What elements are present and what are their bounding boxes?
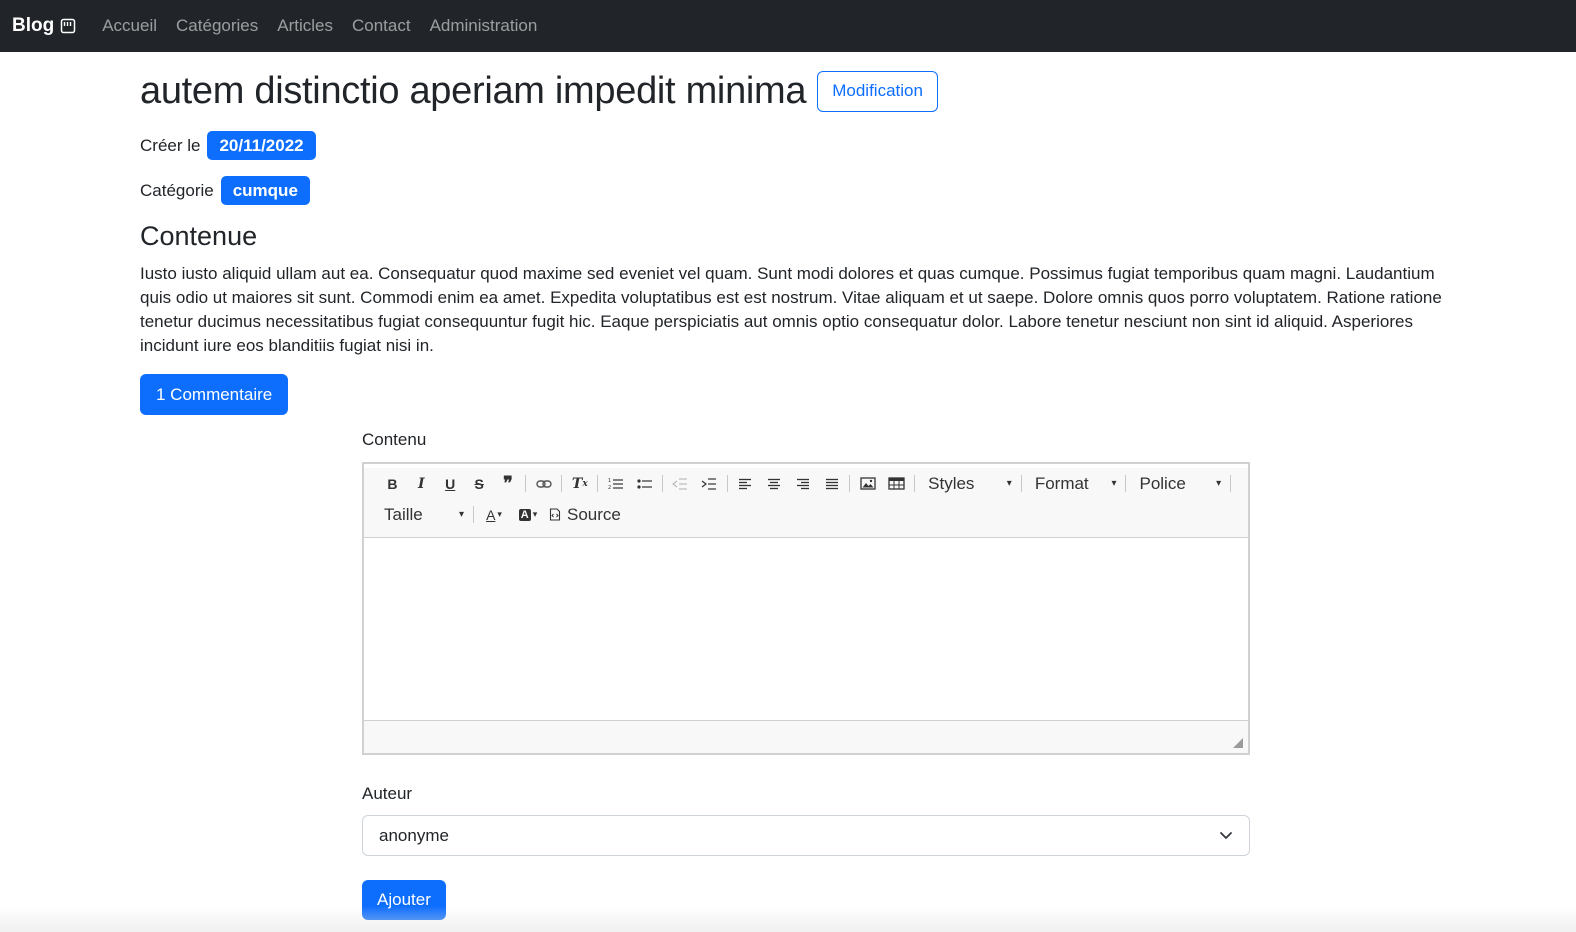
category-label: Catégorie (140, 180, 214, 200)
brand-title[interactable]: Blog (12, 15, 54, 37)
nav-link-accueil[interactable]: Accueil (102, 16, 157, 36)
content-label: Contenu (362, 430, 427, 449)
source-icon (549, 508, 561, 521)
align-center-icon[interactable] (760, 471, 789, 497)
bold-icon[interactable]: B (378, 471, 407, 497)
article-content: Iusto iusto aliquid ullam aut ea. Conseq… (140, 264, 1442, 355)
toolbar-separator (561, 475, 563, 492)
chevron-down-icon: ▾ (458, 509, 464, 520)
source-button[interactable]: Source (549, 505, 621, 525)
rich-text-editor: B I U S ❞ Tx 12 Styles ▾ Format ▾ Police… (362, 462, 1250, 755)
toolbar-separator (473, 506, 474, 523)
toolbar-separator (1230, 475, 1232, 492)
created-label: Créer le (140, 135, 201, 155)
background-color-icon[interactable]: A ▾ (511, 502, 545, 528)
author-label: Auteur (362, 784, 413, 803)
title-row: autem distinctio aperiam impedit minima … (140, 70, 1460, 112)
size-label: Taille (384, 504, 423, 524)
strikethrough-icon[interactable]: S (465, 471, 494, 497)
toolbar-row-1: B I U S ❞ Tx 12 Styles ▾ Format ▾ Police… (378, 468, 1234, 499)
format-label: Format (1034, 473, 1089, 493)
toolbar-separator (849, 475, 851, 492)
toolbar-separator (597, 475, 599, 492)
created-row: Créer le 20/11/2022 (140, 131, 1460, 160)
text-color-glyph: A (486, 506, 496, 523)
article-container: autem distinctio aperiam impedit minima … (140, 52, 1460, 415)
toolbar-separator (1020, 475, 1022, 492)
top-navbar: Blog Accueil Catégories Articles Contact… (0, 0, 1576, 52)
comment-form: Contenu B I U S ❞ Tx 12 Styles ▾ Format … (362, 430, 1250, 920)
toolbar-separator (662, 475, 664, 492)
editor-content-area[interactable] (364, 538, 1248, 725)
toolbar-separator (914, 475, 916, 492)
toolbar-row-2: Taille ▾ A ▾ A ▾ Source (378, 499, 1234, 530)
created-date-badge: 20/11/2022 (207, 131, 316, 160)
category-row: Catégorie cumque (140, 176, 1460, 205)
nav-link-contact[interactable]: Contact (352, 16, 411, 36)
styles-label: Styles (928, 473, 975, 493)
nav-link-articles[interactable]: Articles (277, 16, 333, 36)
remove-format-icon[interactable]: Tx (565, 471, 594, 497)
chevron-down-icon (1219, 831, 1233, 840)
styles-dropdown[interactable]: Styles ▾ (918, 471, 1018, 497)
font-label: Police (1139, 473, 1186, 493)
outdent-icon[interactable] (666, 471, 695, 497)
resize-handle-icon[interactable] (1233, 738, 1243, 748)
font-dropdown[interactable]: Police ▾ (1129, 471, 1227, 497)
author-select-value: anonyme (379, 825, 449, 845)
toolbar-separator (726, 475, 728, 492)
edit-button[interactable]: Modification (817, 70, 938, 112)
page-title: autem distinctio aperiam impedit minima (140, 70, 807, 112)
chevron-down-icon: ▾ (1111, 478, 1117, 489)
bulleted-list-icon[interactable] (630, 471, 659, 497)
text-color-icon[interactable]: A ▾ (477, 502, 511, 528)
italic-icon[interactable]: I (407, 471, 436, 497)
format-dropdown[interactable]: Format ▾ (1025, 471, 1123, 497)
source-label: Source (567, 504, 621, 524)
numbered-list-icon[interactable]: 12 (601, 471, 630, 497)
indent-icon[interactable] (695, 471, 724, 497)
image-icon[interactable] (853, 471, 882, 497)
bg-color-glyph: A (518, 508, 531, 521)
table-icon[interactable] (882, 471, 911, 497)
chevron-down-icon: ▾ (1216, 478, 1222, 489)
author-select[interactable]: anonyme (362, 815, 1250, 856)
nav-link-categories[interactable]: Catégories (176, 16, 258, 36)
svg-text:1: 1 (608, 478, 611, 484)
svg-text:2: 2 (608, 485, 611, 491)
chevron-down-icon: ▾ (1006, 478, 1012, 489)
nav-link-administration[interactable]: Administration (430, 16, 538, 36)
editor-status-bar (364, 720, 1248, 753)
size-dropdown[interactable]: Taille ▾ (378, 502, 470, 528)
sticky-note-icon (60, 18, 76, 34)
toolbar-separator (1125, 475, 1127, 492)
brand[interactable]: Blog (12, 15, 76, 37)
category-badge[interactable]: cumque (220, 176, 310, 205)
blockquote-icon[interactable]: ❞ (494, 471, 523, 497)
editor-toolbar: B I U S ❞ Tx 12 Styles ▾ Format ▾ Police… (364, 468, 1248, 538)
comments-button[interactable]: 1 Commentaire (140, 374, 289, 415)
underline-icon[interactable]: U (436, 471, 465, 497)
align-justify-icon[interactable] (817, 471, 846, 497)
link-icon[interactable] (529, 471, 558, 497)
toolbar-separator (525, 475, 527, 492)
content-heading: Contenue (140, 221, 258, 251)
align-left-icon[interactable] (731, 471, 760, 497)
page-bottom-fade (0, 906, 1576, 932)
align-right-icon[interactable] (789, 471, 818, 497)
